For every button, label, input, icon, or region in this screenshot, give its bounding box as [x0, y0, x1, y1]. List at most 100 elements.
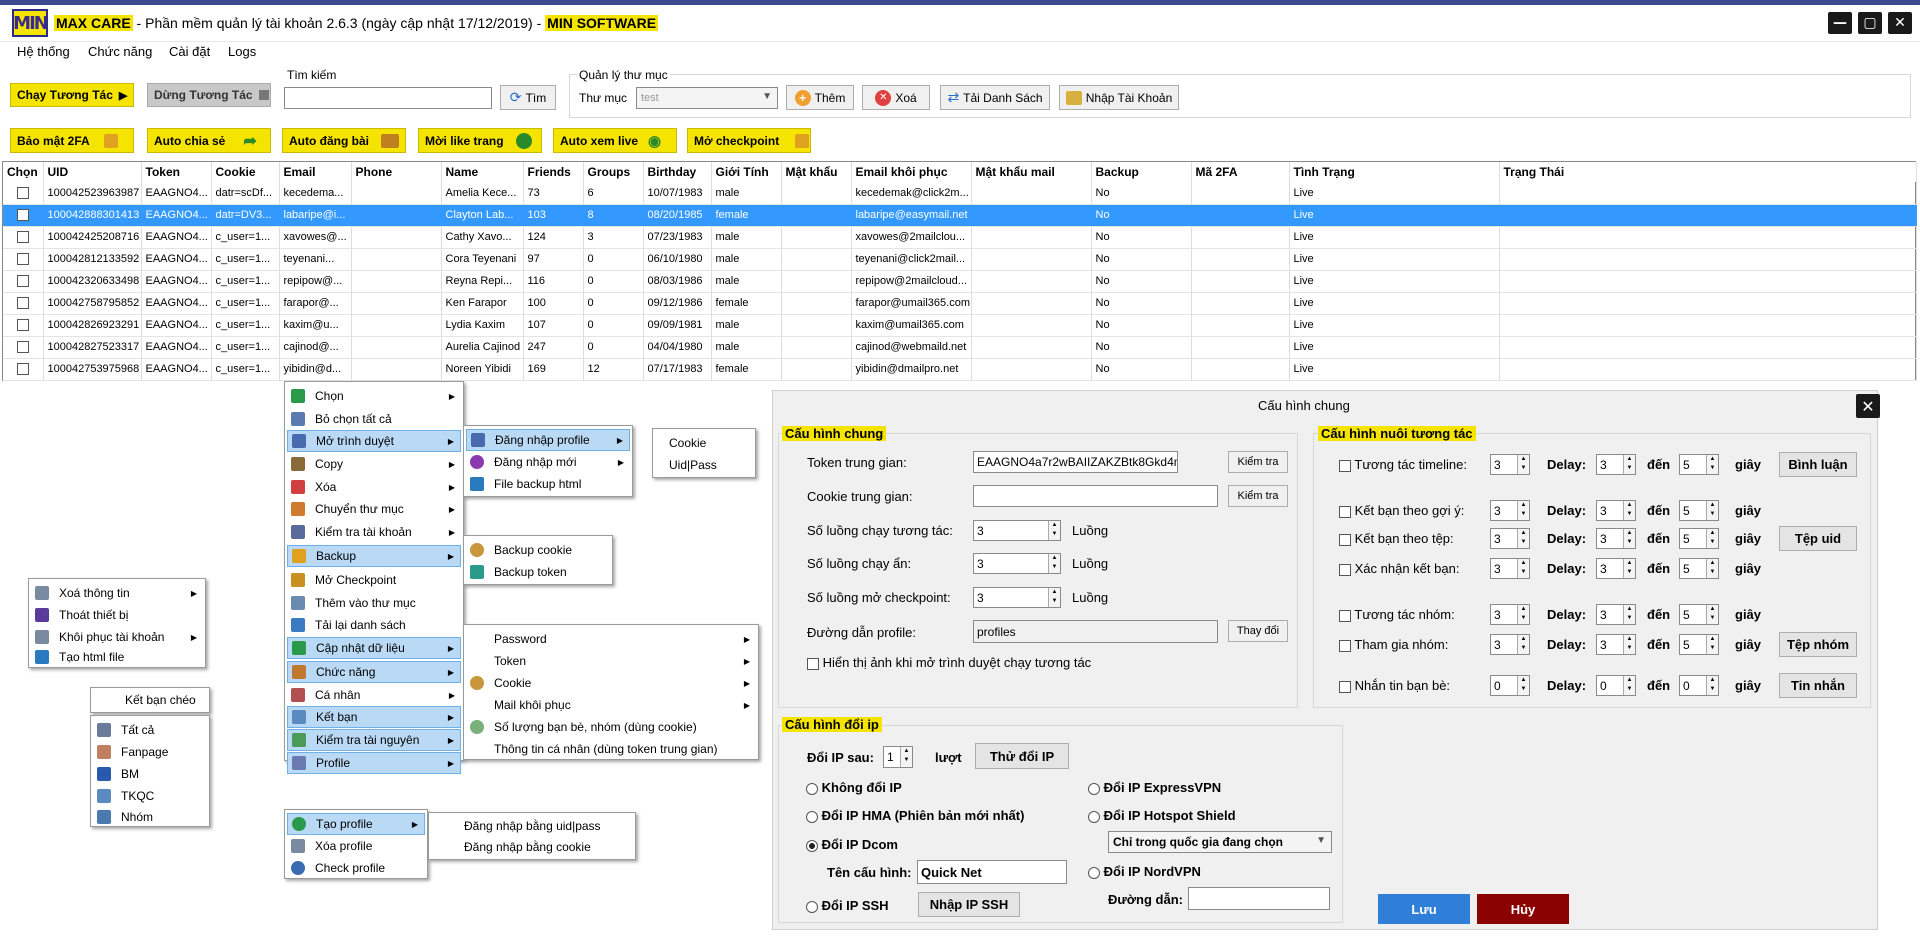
checkpoint-threads-spinner[interactable]: 3 ▲ ▼: [973, 587, 1061, 608]
token-input[interactable]: [973, 451, 1178, 473]
menu-item-update-recovery-mail[interactable]: Mail khôi phục ▶: [466, 694, 756, 716]
suggest-friend-delay-max-spinner[interactable]: 5 ▲ ▼: [1679, 500, 1719, 521]
col-groups[interactable]: Groups: [583, 162, 644, 182]
timeline-checkbox[interactable]: [1339, 459, 1351, 472]
config-name-input[interactable]: [917, 860, 1067, 884]
confirm-friend-checkbox[interactable]: [1339, 563, 1351, 576]
row-checkbox[interactable]: [16, 363, 29, 376]
file-friend-count-spinner[interactable]: 3 ▲ ▼: [1490, 528, 1530, 549]
group-interact-count-spinner[interactable]: 3 ▲ ▼: [1490, 604, 1530, 625]
file-friend-delay-min-spinner[interactable]: 3 ▲ ▼: [1596, 528, 1636, 549]
show-image-option[interactable]: Hiển thị ảnh khi mở trình duyệt chạy tươ…: [807, 655, 1091, 670]
menu-item-login-new[interactable]: Đăng nhập mới ▶: [466, 451, 630, 473]
menu-item-update-personal[interactable]: Thông tin cá nhân (dùng token trung gian…: [466, 738, 756, 760]
table-row[interactable]: 100042812133592 EAAGNO4... c_user=1... teye…: [3, 248, 1917, 271]
radio-ssh[interactable]: [806, 900, 818, 913]
menu-item-login-uidpass[interactable]: Đăng nhập bằng uid|pass: [431, 815, 633, 837]
menu-item-fanpage[interactable]: Fanpage: [93, 741, 207, 763]
file-friend-delay-max-spinner[interactable]: 5 ▲ ▼: [1679, 528, 1719, 549]
menu-item-clear-info[interactable]: Xoá thông tin ▶: [31, 582, 203, 604]
menu-item-backup[interactable]: Backup ▶: [287, 545, 461, 567]
col-friends[interactable]: Friends: [523, 162, 584, 182]
radio-hotspot[interactable]: [1088, 810, 1100, 823]
message-friend-count-spinner[interactable]: 0 ▲ ▼: [1490, 675, 1530, 696]
menu-item-update-counts[interactable]: Số lượng bạn bè, nhóm (dùng cookie): [466, 716, 756, 738]
menu-item-deselect-all[interactable]: Bỏ chọn tất cả: [287, 408, 461, 430]
radio-dcom[interactable]: [806, 839, 818, 852]
timeline-button[interactable]: Bình luận: [1779, 452, 1857, 477]
table-row[interactable]: 100042753975968 EAAGNO4... c_user=1... yibi…: [3, 358, 1917, 381]
row-checkbox[interactable]: [16, 253, 29, 266]
menu-item-move-folder[interactable]: Chuyển thư mục ▶: [287, 498, 461, 520]
message-friend-delay-min-spinner[interactable]: 0 ▲ ▼: [1596, 675, 1636, 696]
threads-spinner[interactable]: 3 ▲ ▼: [973, 520, 1061, 541]
auto-watch-live-button[interactable]: Auto xem live ◉: [553, 128, 677, 153]
col-email[interactable]: Email: [279, 162, 352, 182]
menu-item-profile[interactable]: Profile ▶: [287, 752, 461, 774]
col-mail-password[interactable]: Mật khẩu mail: [971, 162, 1092, 182]
row-checkbox[interactable]: [16, 186, 29, 199]
menu-item-group[interactable]: Nhóm: [93, 806, 207, 828]
row-checkbox[interactable]: [16, 297, 29, 310]
opt-ssh[interactable]: Đổi IP SSH: [806, 898, 889, 913]
group-interact-delay-max-spinner[interactable]: 5 ▲ ▼: [1679, 604, 1719, 625]
menu-item-uid-pass[interactable]: Uid|Pass: [655, 454, 753, 476]
change-path-button[interactable]: Thay đổi: [1228, 620, 1288, 642]
auto-share-button[interactable]: Auto chia sẻ ➦: [147, 128, 271, 153]
menu-item-backup-token[interactable]: Backup token: [466, 561, 610, 583]
opt-expressvpn[interactable]: Đổi IP ExpressVPN: [1088, 780, 1221, 795]
profile-path-input[interactable]: [973, 620, 1218, 643]
menu-item-check-account[interactable]: Kiểm tra tài khoản ▶: [287, 521, 461, 543]
opt-no-change[interactable]: Không đổi IP: [806, 780, 902, 795]
delete-folder-button[interactable]: ✕ Xoá: [862, 85, 930, 110]
menu-item-cookie[interactable]: Cookie: [655, 432, 753, 454]
confirm-friend-delay-max-spinner[interactable]: 5 ▲ ▼: [1679, 558, 1719, 579]
menu-item-backup-html[interactable]: File backup html: [466, 473, 630, 495]
opt-hma[interactable]: Đổi IP HMA (Phiên bản mới nhất): [806, 808, 1024, 823]
menu-item-personal[interactable]: Cá nhân ▶: [287, 684, 461, 706]
folder-select[interactable]: test ▼: [636, 87, 778, 109]
join-group-delay-min-spinner[interactable]: 3 ▲ ▼: [1596, 634, 1636, 655]
row-checkbox[interactable]: [16, 341, 29, 354]
timeline-count-spinner[interactable]: 3 ▲ ▼: [1490, 454, 1530, 475]
opt-join-group[interactable]: Tham gia nhóm:: [1339, 637, 1448, 652]
col-status[interactable]: Trạng Thái: [1499, 162, 1917, 182]
menu-item-create-html[interactable]: Tạo html file: [31, 646, 203, 668]
table-row[interactable]: 100042826923291 EAAGNO4... c_user=1... kaxi…: [3, 314, 1917, 337]
menu-item-login-profile[interactable]: Đăng nhập profile ▶: [466, 429, 630, 451]
opt-group-interact[interactable]: Tương tác nhóm:: [1339, 607, 1455, 622]
save-button[interactable]: Lưu: [1378, 894, 1470, 924]
opt-hotspot[interactable]: Đổi IP Hotspot Shield: [1088, 808, 1236, 823]
table-row[interactable]: 100042827523317 EAAGNO4... c_user=1... caji…: [3, 336, 1917, 359]
timeline-delay-max-spinner[interactable]: 5 ▲ ▼: [1679, 454, 1719, 475]
menu-functions[interactable]: Chức năng: [88, 44, 152, 59]
suggest-friend-delay-min-spinner[interactable]: 3 ▲ ▼: [1596, 500, 1636, 521]
radio-no-change[interactable]: [806, 782, 818, 795]
radio-nordvpn[interactable]: [1088, 866, 1100, 879]
menu-system[interactable]: Hệ thống: [17, 44, 70, 59]
col-condition[interactable]: Tình Trạng: [1289, 162, 1500, 182]
menu-item-reload-list[interactable]: Tải lại danh sách: [287, 614, 461, 636]
opt-message-friend[interactable]: Nhắn tin bạn bè:: [1339, 678, 1450, 693]
stop-interaction-button[interactable]: Dừng Tương Tác: [147, 83, 271, 107]
country-select[interactable]: Chỉ trong quốc gia đang chọn ▼: [1108, 831, 1332, 853]
minimize-button[interactable]: —: [1828, 12, 1852, 34]
hidden-threads-spinner[interactable]: 3 ▲ ▼: [973, 553, 1061, 574]
menu-logs[interactable]: Logs: [228, 44, 256, 59]
menu-item-check-profile[interactable]: Check profile: [287, 857, 425, 879]
row-checkbox[interactable]: [16, 275, 29, 288]
suggest-friend-count-spinner[interactable]: 3 ▲ ▼: [1490, 500, 1530, 521]
join-group-count-spinner[interactable]: 3 ▲ ▼: [1490, 634, 1530, 655]
col-phone[interactable]: Phone: [351, 162, 442, 182]
menu-item-copy[interactable]: Copy ▶: [287, 453, 461, 475]
menu-item-functions[interactable]: Chức năng ▶: [287, 661, 461, 683]
message-friend-button[interactable]: Tin nhắn: [1779, 673, 1857, 698]
col-uid[interactable]: UID: [43, 162, 142, 182]
menu-item-update-data[interactable]: Cập nhật dữ liệu ▶: [287, 637, 461, 659]
table-row[interactable]: 100042888301413 EAAGNO4... datr=DV3... laba…: [3, 204, 1917, 227]
col-2fa[interactable]: Mã 2FA: [1191, 162, 1290, 182]
row-checkbox[interactable]: [16, 231, 29, 244]
col-name[interactable]: Name: [441, 162, 524, 182]
message-friend-delay-max-spinner[interactable]: 0 ▲ ▼: [1679, 675, 1719, 696]
col-password[interactable]: Mật khẩu: [781, 162, 852, 182]
